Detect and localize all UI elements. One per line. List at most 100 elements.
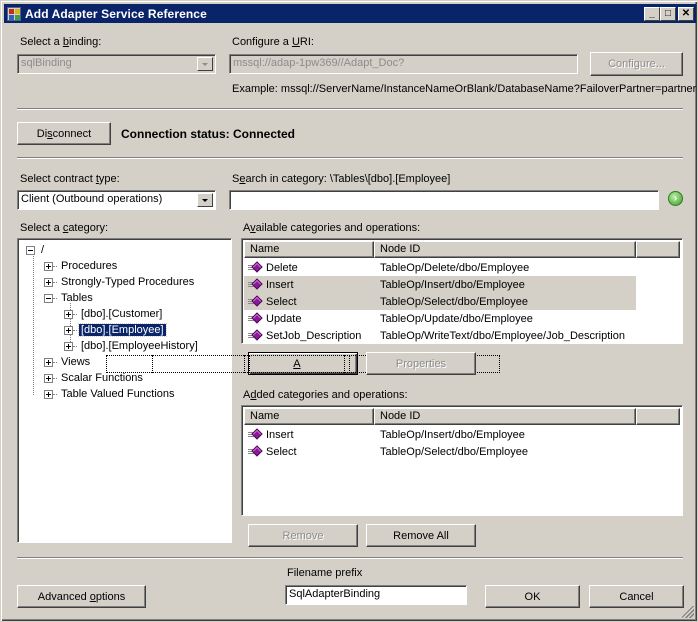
category-label: Select a category:	[20, 222, 109, 234]
expand-icon[interactable]	[44, 373, 53, 383]
disconnect-label: Disconnect	[36, 127, 92, 140]
list-row[interactable]: Delete TableOp/Delete/dbo/Employee	[244, 259, 680, 276]
column-header-name[interactable]: Name	[244, 408, 374, 425]
list-row[interactable]: Select TableOp/Select/dbo/Employee	[244, 293, 636, 310]
expand-icon[interactable]	[64, 341, 73, 351]
chevron-down-icon[interactable]	[197, 193, 213, 207]
tree-item[interactable]: Scalar Functions	[44, 370, 145, 386]
filename-prefix-input[interactable]: SqlAdapterBinding	[285, 585, 467, 605]
column-header-node-id[interactable]: Node ID	[374, 408, 636, 425]
row-name-cell: Select	[244, 294, 374, 308]
column-header-name[interactable]: Name	[244, 241, 374, 258]
operation-icon	[248, 311, 264, 325]
tree-item-label: Table Valued Functions	[61, 388, 175, 400]
tree-item-label: [dbo].[Employee]	[78, 323, 167, 337]
tree-item-label: Views	[61, 356, 91, 368]
expand-icon[interactable]	[64, 325, 73, 335]
configure-button[interactable]: Configure...	[590, 52, 683, 76]
contract-type-label: Select contract type:	[20, 173, 120, 185]
tree-item[interactable]: [dbo].[Employee]	[64, 322, 167, 338]
row-name-cell: Insert	[244, 277, 374, 291]
cancel-button[interactable]: Cancel	[589, 585, 684, 608]
row-node-id: TableOp/Select/dbo/Employee	[380, 295, 528, 308]
advanced-options-button[interactable]: Advanced options	[17, 585, 146, 608]
minimize-button[interactable]: _	[644, 6, 660, 21]
tree-item-label: /	[41, 244, 45, 256]
properties-button[interactable]: Properties	[366, 352, 476, 375]
tree-item[interactable]: Procedures	[44, 258, 119, 274]
tree-item[interactable]: [dbo].[Customer]	[64, 306, 164, 322]
cancel-label: Cancel	[619, 590, 654, 603]
row-node-id: TableOp/Delete/dbo/Employee	[380, 261, 530, 274]
remove-all-button[interactable]: Remove All	[366, 524, 476, 547]
operation-icon	[248, 427, 264, 441]
title-bar[interactable]: Add Adapter Service Reference _ □ ✕	[4, 4, 696, 23]
search-input[interactable]	[229, 190, 659, 210]
uri-example: Example: mssql://ServerName/InstanceName…	[232, 83, 697, 95]
separator	[17, 557, 683, 559]
binding-select[interactable]: sqlBinding	[17, 54, 216, 74]
list-row[interactable]: Insert TableOp/Insert/dbo/Employee	[244, 426, 680, 443]
chevron-down-icon[interactable]	[197, 57, 213, 71]
row-name-cell: Delete	[244, 260, 374, 274]
tree-line	[53, 281, 57, 283]
collapse-icon[interactable]	[26, 245, 35, 255]
operation-icon	[248, 260, 264, 274]
row-name-cell: Insert	[244, 427, 374, 441]
resize-grip[interactable]	[682, 606, 694, 618]
row-name: Delete	[266, 261, 298, 274]
search-label: Search in category: \Tables\[dbo].[Emplo…	[232, 173, 451, 185]
add-button[interactable]: Add	[106, 352, 500, 375]
tree-line	[53, 377, 57, 379]
tree-item[interactable]: Tables	[44, 290, 95, 306]
configure-label: Configure...	[608, 58, 665, 70]
close-button[interactable]: ✕	[678, 6, 694, 21]
expand-icon[interactable]	[44, 277, 53, 287]
tree-item[interactable]: Views	[44, 354, 92, 370]
maximize-button[interactable]: □	[660, 6, 676, 21]
list-row[interactable]: Update TableOp/Update/dbo/Employee	[244, 310, 680, 327]
go-arrow-icon[interactable]: ›	[668, 191, 683, 206]
remove-button[interactable]: Remove	[248, 524, 358, 547]
dialog-window: Add Adapter Service Reference _ □ ✕ Sele…	[0, 0, 698, 622]
tree-line	[53, 297, 57, 299]
app-icon	[7, 6, 21, 21]
expand-icon[interactable]	[64, 309, 73, 319]
tree-item[interactable]: [dbo].[EmployeeHistory]	[64, 338, 200, 354]
available-list[interactable]: Name Node ID Delete TableOp/Delete/dbo/Em…	[241, 238, 683, 344]
contract-type-select[interactable]: Client (Outbound operations)	[17, 190, 216, 210]
row-name: Insert	[266, 278, 294, 291]
expand-icon[interactable]	[44, 357, 53, 367]
added-label: Added categories and operations:	[243, 389, 408, 401]
remove-all-label: Remove All	[393, 529, 449, 542]
added-list[interactable]: Name Node ID Insert TableOp/Insert/dbo/Em…	[241, 405, 683, 516]
disconnect-button[interactable]: Disconnect	[17, 122, 111, 145]
available-list-header: Name Node ID	[244, 241, 680, 258]
tree-item[interactable]: /	[26, 242, 46, 258]
expand-icon[interactable]	[44, 389, 53, 399]
ok-button[interactable]: OK	[485, 585, 580, 608]
operation-icon	[248, 294, 264, 308]
operation-icon	[248, 444, 264, 458]
category-tree[interactable]: / Procedures Strongly-Typed Procedures Tabl…	[17, 238, 232, 543]
row-node-id: TableOp/Insert/dbo/Employee	[380, 428, 525, 441]
tree-item[interactable]: Table Valued Functions	[44, 386, 177, 402]
tree-item[interactable]: Strongly-Typed Procedures	[44, 274, 196, 290]
expand-icon[interactable]	[44, 261, 53, 271]
window-title: Add Adapter Service Reference	[25, 6, 207, 21]
row-node-id: TableOp/Select/dbo/Employee	[380, 445, 528, 458]
operation-icon	[248, 328, 264, 342]
uri-value: mssql://adap-1pw369//Adapt_Doc?	[233, 57, 405, 69]
column-header-filler	[636, 408, 680, 425]
binding-label: Select a binding:	[20, 36, 102, 48]
tree-item-label: Procedures	[61, 260, 118, 272]
column-header-node-id[interactable]: Node ID	[374, 241, 636, 258]
list-row[interactable]: Select TableOp/Select/dbo/Employee	[244, 443, 680, 460]
list-row[interactable]: SetJob_Description TableOp/WriteText/dbo/…	[244, 327, 680, 344]
tree-item-label: Scalar Functions	[61, 372, 143, 384]
added-list-header: Name Node ID	[244, 408, 680, 425]
list-row[interactable]: Insert TableOp/Insert/dbo/Employee	[244, 276, 636, 293]
collapse-icon[interactable]	[44, 293, 53, 303]
connection-status: Connection status: Connected	[121, 127, 296, 141]
uri-input[interactable]: mssql://adap-1pw369//Adapt_Doc?	[229, 54, 578, 74]
